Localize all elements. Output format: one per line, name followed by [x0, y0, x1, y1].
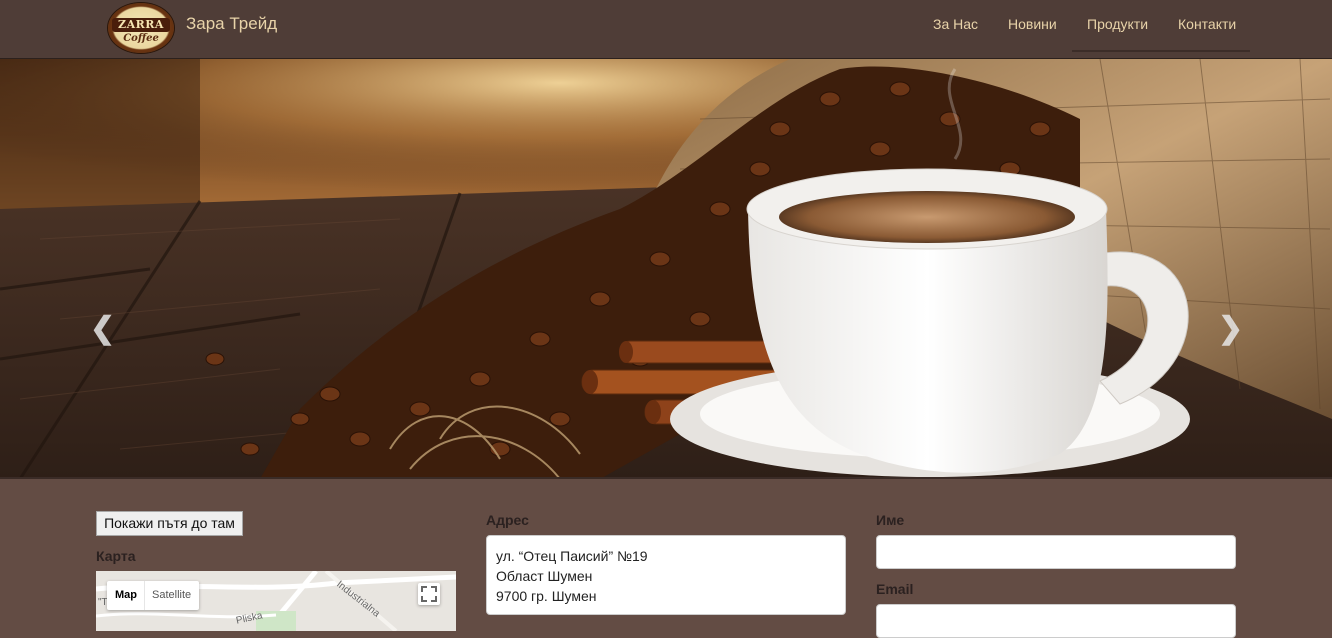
address-label: Адрес: [486, 512, 529, 528]
nav-item-news[interactable]: Новини: [1008, 16, 1057, 32]
map-type-control: Map Satellite: [107, 581, 199, 610]
coffee-hero-image: [0, 59, 1332, 477]
map-type-satellite-button[interactable]: Satellite: [152, 581, 191, 610]
name-input[interactable]: [876, 535, 1236, 569]
google-map[interactable]: Industrialna Pliska "T... Map Satellite: [96, 571, 456, 631]
map-label: Карта: [96, 548, 136, 564]
name-label: Име: [876, 512, 905, 528]
email-label: Email: [876, 581, 914, 597]
zarra-coffee-logo[interactable]: ZARRA Coffee: [108, 3, 174, 53]
address-line-street: ул. “Отец Паисий” №19: [496, 548, 648, 564]
navbar: ZARRA Coffee Зара Трейд За Нас Новини Пр…: [0, 0, 1332, 59]
email-input[interactable]: [876, 604, 1236, 638]
nav-item-about[interactable]: За Нас: [933, 16, 978, 32]
show-route-button[interactable]: Покажи пътя до там: [96, 511, 243, 536]
nav-item-products[interactable]: Продукти: [1087, 16, 1148, 32]
nav-item-contacts[interactable]: Контакти: [1178, 16, 1236, 32]
nav-active-indicator: [1072, 50, 1250, 52]
chevron-right-icon[interactable]: ❯: [1218, 311, 1243, 346]
fullscreen-icon[interactable]: [418, 583, 440, 605]
hero-carousel: ❮ ❯: [0, 59, 1332, 479]
map-type-map-button[interactable]: Map: [115, 581, 137, 610]
brand-name[interactable]: Зара Трейд: [186, 14, 277, 34]
address-box: ул. “Отец Паисий” №19 Област Шумен 9700 …: [486, 535, 846, 615]
map-type-divider: [144, 581, 145, 610]
chevron-left-icon[interactable]: ❮: [90, 311, 115, 346]
logo-bottom-text: Coffee: [123, 33, 159, 44]
address-line-region: Област Шумен: [496, 568, 593, 584]
logo-top-text: ZARRA: [118, 18, 164, 31]
address-line-city: 9700 гр. Шумен: [496, 588, 597, 604]
